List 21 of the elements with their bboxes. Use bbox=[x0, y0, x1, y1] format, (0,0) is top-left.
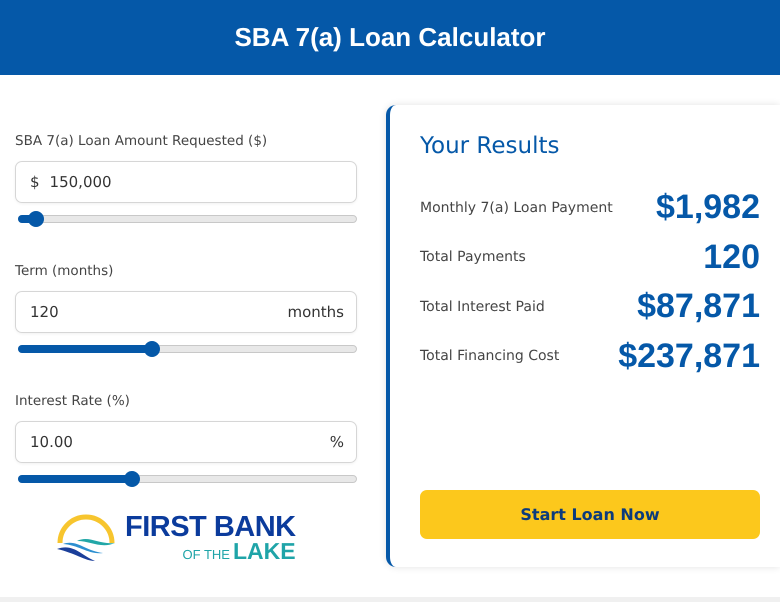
result-value: 120 bbox=[703, 238, 760, 277]
result-value: $1,982 bbox=[656, 188, 760, 228]
input-field[interactable]: 10.00 % bbox=[15, 421, 357, 463]
page-title: SBA 7(a) Loan Calculator bbox=[234, 22, 546, 53]
bank-logo: FIRST BANK OF THE LAKE bbox=[125, 513, 296, 565]
slider-thumb[interactable] bbox=[124, 471, 140, 487]
result-value: $237,871 bbox=[618, 336, 760, 376]
result-label: Total Interest Paid bbox=[420, 298, 545, 315]
field-label: Interest Rate (%) bbox=[15, 393, 131, 409]
result-label: Total Financing Cost bbox=[420, 348, 560, 364]
result-label: Monthly 7(a) Loan Payment bbox=[420, 200, 613, 216]
slider-thumb[interactable] bbox=[144, 341, 160, 357]
input-field[interactable]: $ 150,000 bbox=[15, 161, 357, 203]
results-title: Your Results bbox=[420, 133, 560, 159]
input-field[interactable]: 120 months bbox=[15, 291, 357, 333]
start-loan-button[interactable]: Start Loan Now bbox=[420, 490, 760, 539]
field-label: SBA 7(a) Loan Amount Requested ($) bbox=[15, 133, 268, 149]
slider-thumb[interactable] bbox=[28, 211, 44, 227]
field-label: Term (months) bbox=[15, 263, 114, 279]
result-label: Total Payments bbox=[420, 249, 526, 266]
result-value: $87,871 bbox=[637, 287, 760, 326]
